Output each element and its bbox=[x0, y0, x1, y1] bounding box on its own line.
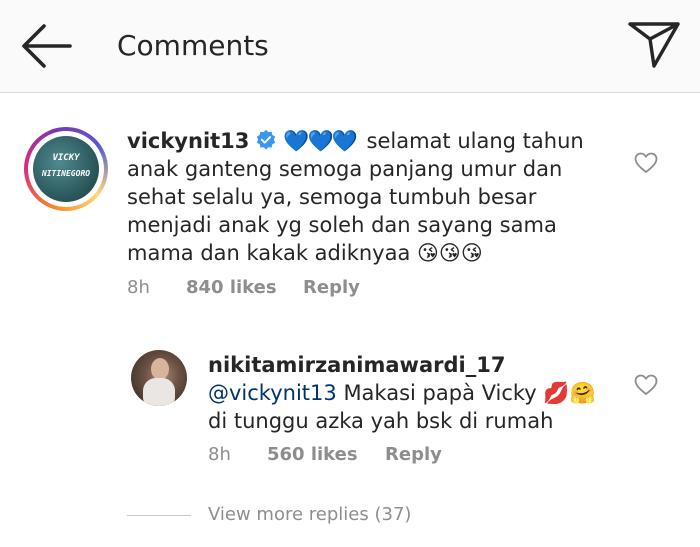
reply-mention-link[interactable]: @vickynit13 bbox=[208, 381, 337, 405]
reply-likes[interactable]: 560 likes bbox=[267, 444, 358, 465]
header-bar: Comments bbox=[0, 0, 700, 93]
avatar-text-top: VICKY bbox=[52, 153, 80, 163]
comment-body: vickynit13 💙💙💙 selamat ulang tahun anak … bbox=[127, 127, 597, 267]
avatar-image: VICKY NITINEGORO bbox=[33, 136, 99, 202]
heart-outline-icon[interactable] bbox=[634, 152, 658, 174]
commenter-avatar[interactable]: VICKY NITINEGORO bbox=[24, 127, 108, 211]
reply-time: 8h bbox=[208, 444, 231, 465]
heart-outline-icon[interactable] bbox=[634, 374, 658, 396]
reply-body: nikitamirzanimawardi_17 @vickynit13 Maka… bbox=[208, 351, 628, 435]
avatar-body bbox=[143, 378, 175, 406]
reply-reply-button[interactable]: Reply bbox=[385, 444, 442, 465]
reply-emojis: 💋🤗 bbox=[543, 381, 596, 405]
reply-avatar[interactable] bbox=[131, 350, 187, 406]
comment-time: 8h bbox=[127, 277, 150, 298]
reply-text-line2: di tunggu azka yah bsk di rumah bbox=[208, 409, 554, 433]
reply-text-line1: Makasi papà Vicky bbox=[343, 381, 537, 405]
comment-reply-button[interactable]: Reply bbox=[303, 277, 360, 298]
reply-line-1: @vickynit13 Makasi papà Vicky 💋🤗 bbox=[208, 379, 628, 407]
arrow-left-icon[interactable] bbox=[20, 23, 72, 69]
view-more-replies-button[interactable]: View more replies (37) bbox=[208, 504, 411, 525]
kiss-emojis: 😘😘😘 bbox=[417, 241, 483, 265]
view-more-divider bbox=[127, 515, 191, 516]
blue-hearts-emoji: 💙💙💙 bbox=[283, 129, 357, 153]
avatar-text-bottom: NITINEGORO bbox=[41, 169, 91, 178]
paper-plane-icon[interactable] bbox=[626, 20, 682, 70]
comment-likes[interactable]: 840 likes bbox=[186, 277, 277, 298]
comment-username[interactable]: vickynit13 bbox=[127, 129, 249, 153]
page-title: Comments bbox=[117, 29, 269, 62]
verified-badge-icon bbox=[257, 129, 276, 150]
avatar-face bbox=[151, 358, 169, 380]
reply-username[interactable]: nikitamirzanimawardi_17 bbox=[208, 351, 628, 379]
